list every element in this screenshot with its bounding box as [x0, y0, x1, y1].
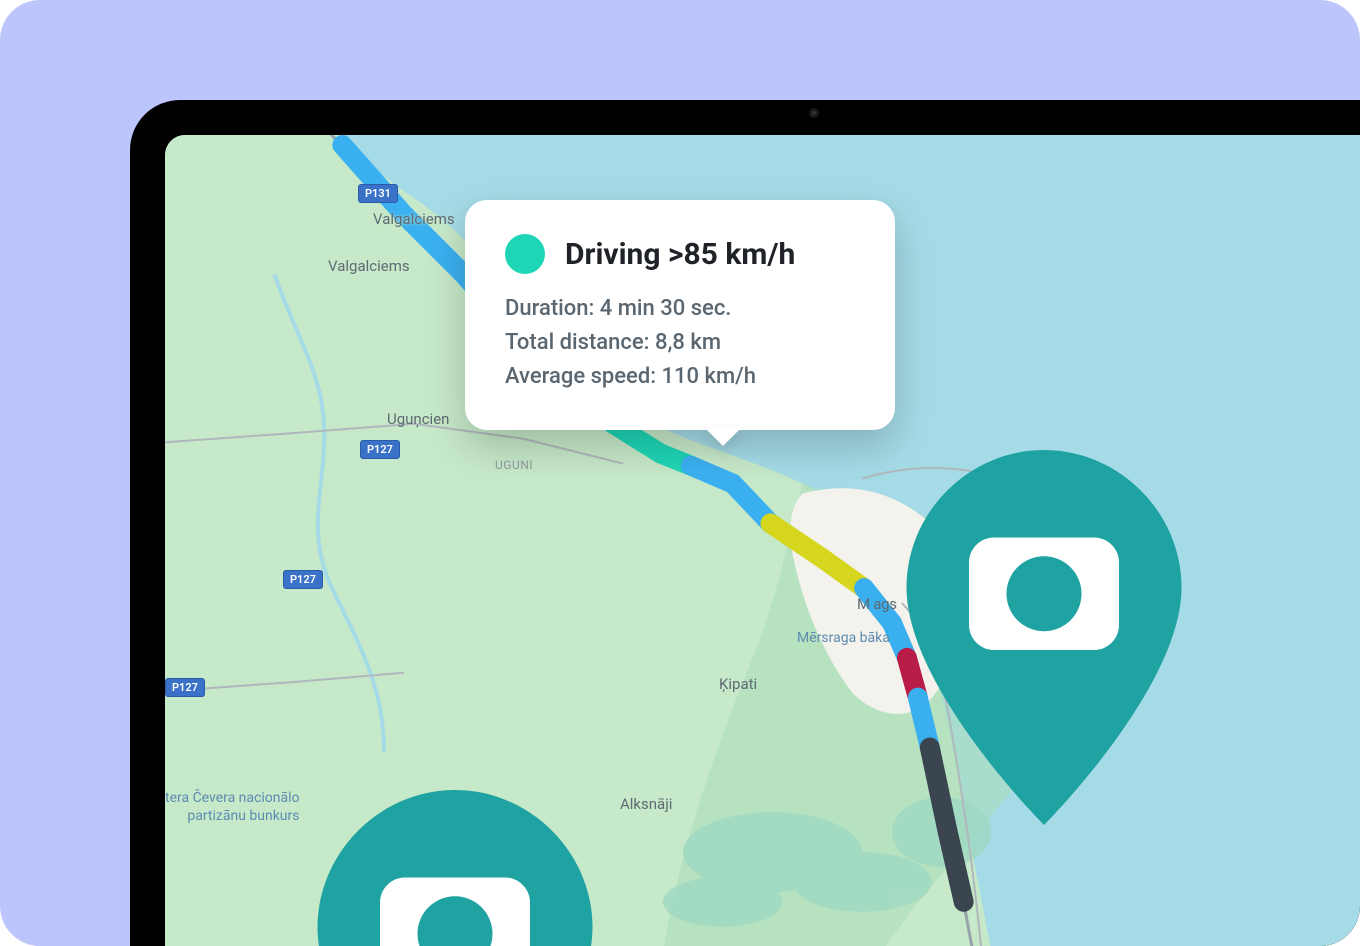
tooltip-avgspeed: Average speed: 110 km/h	[505, 360, 849, 394]
speed-tooltip: Driving >85 km/h Duration: 4 min 30 sec.…	[465, 200, 895, 430]
stage: Valgalciems Valgalciems Uguņcien UGUNI Ķ…	[0, 0, 1360, 946]
speed-dot-icon	[505, 234, 545, 274]
road-shield-p127-a: P127	[360, 440, 400, 459]
tooltip-arrow-icon	[705, 428, 741, 446]
tooltip-duration: Duration: 4 min 30 sec.	[505, 292, 849, 326]
laptop-frame: Valgalciems Valgalciems Uguņcien UGUNI Ķ…	[130, 100, 1360, 946]
road-shield-p131: P131	[358, 184, 398, 203]
road-shield-p127-c: P127	[165, 678, 205, 697]
camera-icon	[809, 108, 819, 118]
screen: Valgalciems Valgalciems Uguņcien UGUNI Ķ…	[165, 135, 1360, 946]
map-canvas[interactable]: Valgalciems Valgalciems Uguņcien UGUNI Ķ…	[165, 135, 1360, 946]
road-shield-p127-b: P127	[283, 570, 323, 589]
tooltip-distance: Total distance: 8,8 km	[505, 326, 849, 360]
tooltip-title: Driving >85 km/h	[565, 237, 795, 272]
laptop-notch	[734, 100, 894, 130]
